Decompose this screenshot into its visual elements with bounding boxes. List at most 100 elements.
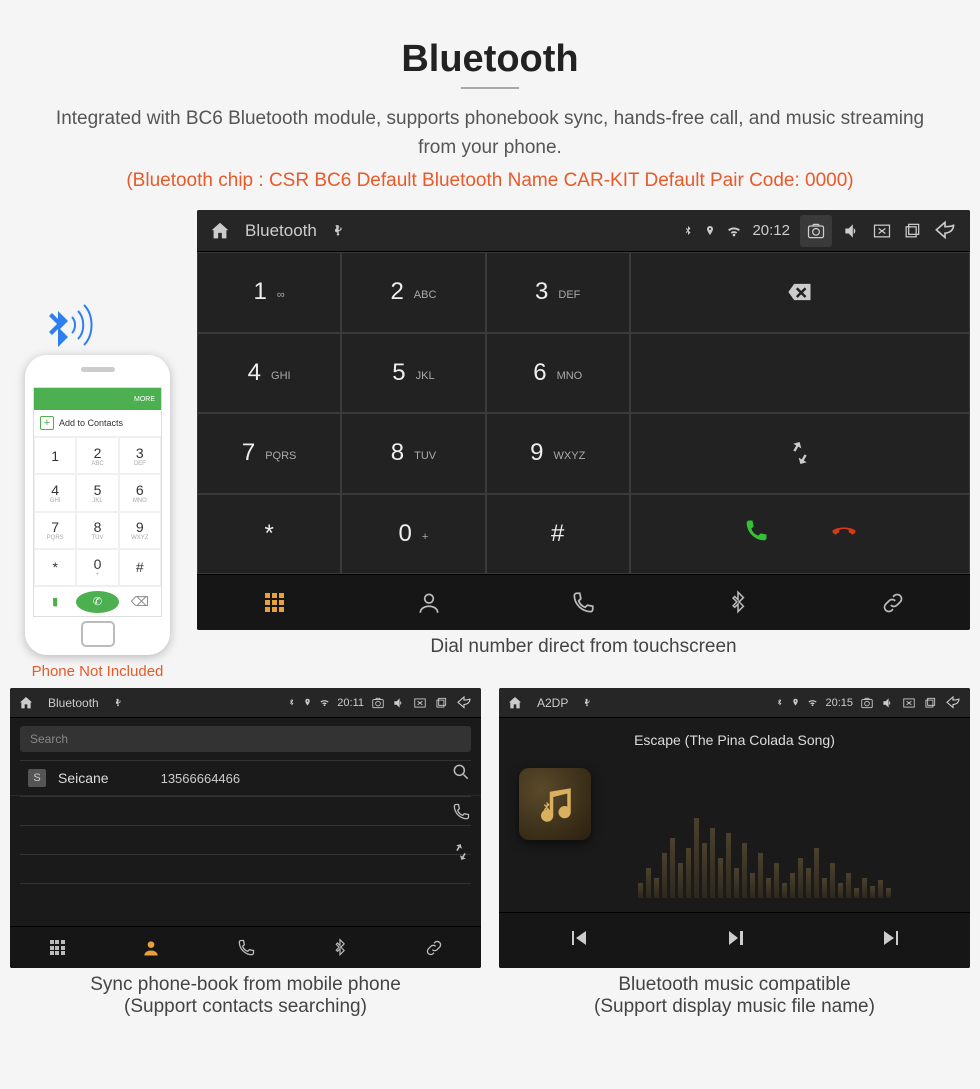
phone-key: 5JKL (76, 474, 118, 511)
dialer-key-8[interactable]: 8TUV (341, 413, 485, 494)
phone-column: MORE +Add to Contacts 12ABC3DEF4GHI5JKL6… (10, 299, 185, 680)
dialer-key-3[interactable]: 3DEF (486, 252, 630, 333)
side-call-icon[interactable] (451, 802, 471, 822)
bluetooth-specs: (Bluetooth chip : CSR BC6 Default Blueto… (10, 170, 970, 192)
phone-key: 6MNO (119, 474, 161, 511)
music-statusbar: A2DP 20:15 (499, 688, 970, 718)
wifi-icon (319, 697, 330, 708)
hangup-button[interactable] (830, 517, 858, 550)
dialer-key-6[interactable]: 6MNO (486, 333, 630, 414)
dialer-key-0[interactable]: 0+ (341, 494, 485, 575)
dialer-keypad: 1∞2ABC3DEF 4GHI5JKL6MNO 7PQRS8TUV9WXYZ *0+# (197, 252, 630, 574)
home-icon[interactable] (18, 695, 34, 711)
contact-badge: S (28, 769, 46, 787)
phone-key: 1 (34, 437, 76, 474)
next-button[interactable] (880, 926, 904, 955)
prev-button[interactable] (566, 926, 590, 955)
nav-pair[interactable] (815, 575, 970, 630)
back-icon[interactable] (932, 218, 958, 244)
dialer-statusbar: Bluetooth 20:12 (197, 210, 970, 252)
contact-row[interactable]: S Seicane 13566664466 (10, 761, 481, 796)
dialer-screen: Bluetooth 20:12 1∞2ABC3DEF 4GHI5JKL6MNO 7P… (197, 210, 970, 630)
wifi-icon (807, 697, 818, 708)
contacts-caption-2: (Support contacts searching) (10, 996, 481, 1018)
contact-number: 13566664466 (161, 771, 241, 786)
contacts-clock: 20:11 (337, 697, 364, 709)
dialer-key-*[interactable]: * (197, 494, 341, 575)
music-caption-1: Bluetooth music compatible (499, 974, 970, 996)
phone-key: # (119, 549, 161, 586)
dialer-key-#[interactable]: # (486, 494, 630, 575)
phone-statusbar: MORE (34, 388, 161, 410)
phone-key: 9WXYZ (119, 512, 161, 549)
volume-icon[interactable] (842, 221, 862, 241)
dialer-key-4[interactable]: 4GHI (197, 333, 341, 414)
nav-keypad[interactable] (10, 927, 104, 968)
recent-apps-icon[interactable] (434, 696, 448, 710)
contact-name: Seicane (58, 770, 109, 786)
home-icon[interactable] (209, 220, 231, 242)
nav-pair[interactable] (387, 927, 481, 968)
phone-keypad: 12ABC3DEF4GHI5JKL6MNO7PQRS8TUV9WXYZ*0+# (34, 437, 161, 586)
phone-bottom-bar: ▮ ✆ ⌫ (34, 586, 161, 616)
dialer-clock: 20:12 (752, 222, 790, 239)
close-app-icon[interactable] (413, 696, 427, 710)
dialer-status-title: Bluetooth (245, 221, 317, 241)
gps-icon (303, 698, 312, 707)
play-pause-button[interactable] (723, 926, 747, 955)
recent-apps-icon[interactable] (923, 696, 937, 710)
phone-key: 4GHI (34, 474, 76, 511)
phone-mockup: MORE +Add to Contacts 12ABC3DEF4GHI5JKL6… (25, 355, 170, 655)
equalizer-visual (638, 798, 891, 898)
nav-contacts[interactable] (352, 575, 507, 630)
nav-keypad[interactable] (197, 575, 352, 630)
nav-contacts[interactable] (104, 927, 198, 968)
contacts-statusbar: Bluetooth 20:11 (10, 688, 481, 718)
backspace-button[interactable] (630, 252, 970, 333)
dialer-key-5[interactable]: 5JKL (341, 333, 485, 414)
bt-status-icon (682, 225, 694, 237)
dialer-bottom-nav (197, 574, 970, 630)
phone-sim-icon: ▮ (34, 587, 76, 616)
back-icon[interactable] (455, 694, 473, 712)
phone-key: 3DEF (119, 437, 161, 474)
close-app-icon[interactable] (902, 696, 916, 710)
phone-key: 0+ (76, 549, 118, 586)
nav-call-log[interactable] (506, 575, 661, 630)
volume-icon[interactable] (881, 696, 895, 710)
call-button[interactable] (742, 517, 770, 550)
title-underline (461, 87, 519, 89)
phone-key: 7PQRS (34, 512, 76, 549)
contacts-bottom-nav (10, 926, 481, 968)
dialer-key-2[interactable]: 2ABC (341, 252, 485, 333)
bt-status-icon (287, 698, 296, 707)
dialer-key-1[interactable]: 1∞ (197, 252, 341, 333)
recent-apps-icon[interactable] (902, 221, 922, 241)
usb-icon (331, 224, 345, 238)
dialer-key-7[interactable]: 7PQRS (197, 413, 341, 494)
close-app-icon[interactable] (872, 221, 892, 241)
usb-icon (582, 698, 592, 708)
page-title: Bluetooth (10, 38, 970, 81)
back-icon[interactable] (944, 694, 962, 712)
home-icon[interactable] (507, 695, 523, 711)
music-screen: A2DP 20:15 Escape (The Pina Colada Song) (499, 688, 970, 968)
side-search-icon[interactable] (451, 762, 471, 782)
nav-bluetooth[interactable] (293, 927, 387, 968)
dialer-key-9[interactable]: 9WXYZ (486, 413, 630, 494)
music-controls (499, 912, 970, 968)
screenshot-icon[interactable] (860, 696, 874, 710)
swap-button[interactable] (630, 413, 970, 494)
screenshot-icon[interactable] (371, 696, 385, 710)
contacts-title: Bluetooth (48, 696, 99, 710)
screenshot-icon[interactable] (800, 215, 832, 247)
volume-icon[interactable] (392, 696, 406, 710)
page-description: Integrated with BC6 Bluetooth module, su… (10, 105, 970, 162)
music-clock: 20:15 (825, 697, 853, 709)
phone-call-icon: ✆ (76, 591, 118, 613)
phone-backspace-icon: ⌫ (119, 587, 161, 616)
side-sync-icon[interactable] (451, 842, 471, 862)
contacts-search[interactable]: Search (20, 726, 471, 752)
nav-bluetooth[interactable] (661, 575, 816, 630)
nav-call-log[interactable] (198, 927, 292, 968)
